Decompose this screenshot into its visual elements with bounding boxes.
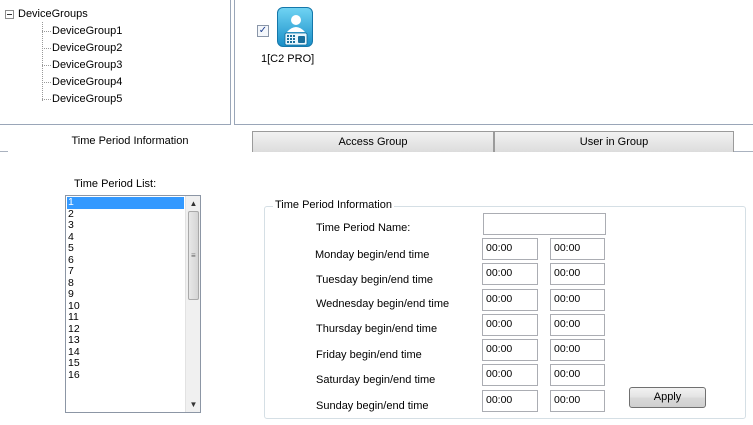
device-terminal-icon[interactable] (277, 7, 313, 47)
saturday-end-field[interactable]: 00:00 (550, 364, 605, 386)
sunday-begin-field[interactable]: 00:00 (482, 390, 538, 412)
tuesday-end-field[interactable]: 00:00 (550, 263, 605, 285)
list-item[interactable]: 3 (67, 219, 184, 232)
list-item[interactable]: 11 (67, 311, 184, 324)
list-item[interactable]: 14 (67, 346, 184, 359)
scroll-up-arrow-icon[interactable]: ▲ (186, 196, 200, 211)
friday-begin-field[interactable]: 00:00 (482, 339, 538, 361)
scrollbar-thumb[interactable]: ≡ (188, 211, 199, 300)
tuesday-begin-field[interactable]: 00:00 (482, 263, 538, 285)
tab-time-period-information[interactable]: Time Period Information (8, 131, 252, 153)
list-item[interactable]: 8 (67, 277, 184, 290)
time-period-list-items: 1 2 3 4 5 6 7 8 9 10 11 12 13 14 15 16 (67, 196, 184, 382)
monday-label: Monday begin/end time (315, 249, 430, 261)
sunday-end-field[interactable]: 00:00 (550, 390, 605, 412)
device-group-tree: DeviceGroups DeviceGroup1 DeviceGroup2 D… (0, 0, 231, 125)
tree-item-label[interactable]: DeviceGroup5 (52, 93, 122, 105)
list-item[interactable]: 12 (67, 323, 184, 336)
monday-begin-field[interactable]: 00:00 (482, 238, 538, 260)
wednesday-label: Wednesday begin/end time (316, 298, 450, 310)
collapse-icon[interactable] (5, 9, 14, 19)
tree-item-devicegroup3[interactable]: DeviceGroup3 (42, 57, 122, 73)
list-item[interactable]: 5 (67, 242, 184, 255)
thursday-label: Thursday begin/end time (316, 323, 438, 335)
list-item[interactable]: 6 (67, 254, 184, 267)
device-label[interactable]: 1[C2 PRO] (261, 53, 314, 65)
tab-user-in-group[interactable]: User in Group (494, 131, 734, 152)
tree-item-label[interactable]: DeviceGroup1 (52, 25, 122, 37)
list-item[interactable]: 10 (67, 300, 184, 313)
apply-button[interactable]: Apply (629, 387, 706, 408)
device-panel: ✓ 1[C2 PRO] (234, 0, 753, 125)
saturday-label: Saturday begin/end time (316, 374, 436, 386)
time-period-name-label: Time Period Name: (316, 222, 411, 234)
tuesday-label: Tuesday begin/end time (316, 274, 433, 286)
scroll-down-arrow-icon[interactable]: ▼ (186, 397, 200, 412)
tree-item-devicegroup2[interactable]: DeviceGroup2 (42, 40, 122, 56)
list-scrollbar[interactable]: ▲ ≡ ▼ (185, 196, 200, 412)
tree-root[interactable]: DeviceGroups (5, 7, 88, 21)
tree-item-devicegroup1[interactable]: DeviceGroup1 (42, 23, 122, 39)
friday-label: Friday begin/end time (316, 349, 422, 361)
friday-end-field[interactable]: 00:00 (550, 339, 605, 361)
time-period-list-title: Time Period List: (74, 178, 157, 190)
saturday-begin-field[interactable]: 00:00 (482, 364, 538, 386)
list-item[interactable]: 4 (67, 231, 184, 244)
tree-item-label[interactable]: DeviceGroup2 (52, 42, 122, 54)
tab-access-group[interactable]: Access Group (252, 131, 494, 152)
grip-icon: ≡ (191, 251, 196, 260)
thursday-end-field[interactable]: 00:00 (550, 314, 605, 336)
tree-root-label[interactable]: DeviceGroups (18, 8, 88, 20)
list-item[interactable]: 1 (67, 196, 184, 209)
monday-end-field[interactable]: 00:00 (550, 238, 605, 260)
list-item[interactable]: 13 (67, 334, 184, 347)
list-item[interactable]: 7 (67, 265, 184, 278)
list-item[interactable]: 2 (67, 208, 184, 221)
device-checkbox[interactable]: ✓ (257, 25, 269, 37)
list-item[interactable]: 15 (67, 357, 184, 370)
list-item[interactable]: 16 (67, 369, 184, 382)
thursday-begin-field[interactable]: 00:00 (482, 314, 538, 336)
wednesday-end-field[interactable]: 00:00 (550, 289, 605, 311)
time-period-name-input[interactable] (483, 213, 606, 235)
list-item[interactable]: 9 (67, 288, 184, 301)
tree-item-devicegroup4[interactable]: DeviceGroup4 (42, 74, 122, 90)
tree-item-label[interactable]: DeviceGroup3 (52, 59, 122, 71)
tree-item-devicegroup5[interactable]: DeviceGroup5 (42, 91, 122, 107)
wednesday-begin-field[interactable]: 00:00 (482, 289, 538, 311)
tree-item-label[interactable]: DeviceGroup4 (52, 76, 122, 88)
time-period-listbox[interactable]: 1 2 3 4 5 6 7 8 9 10 11 12 13 14 15 16 ▲… (65, 195, 201, 413)
sunday-label: Sunday begin/end time (316, 400, 429, 412)
time-period-info-title: Time Period Information (273, 199, 394, 211)
